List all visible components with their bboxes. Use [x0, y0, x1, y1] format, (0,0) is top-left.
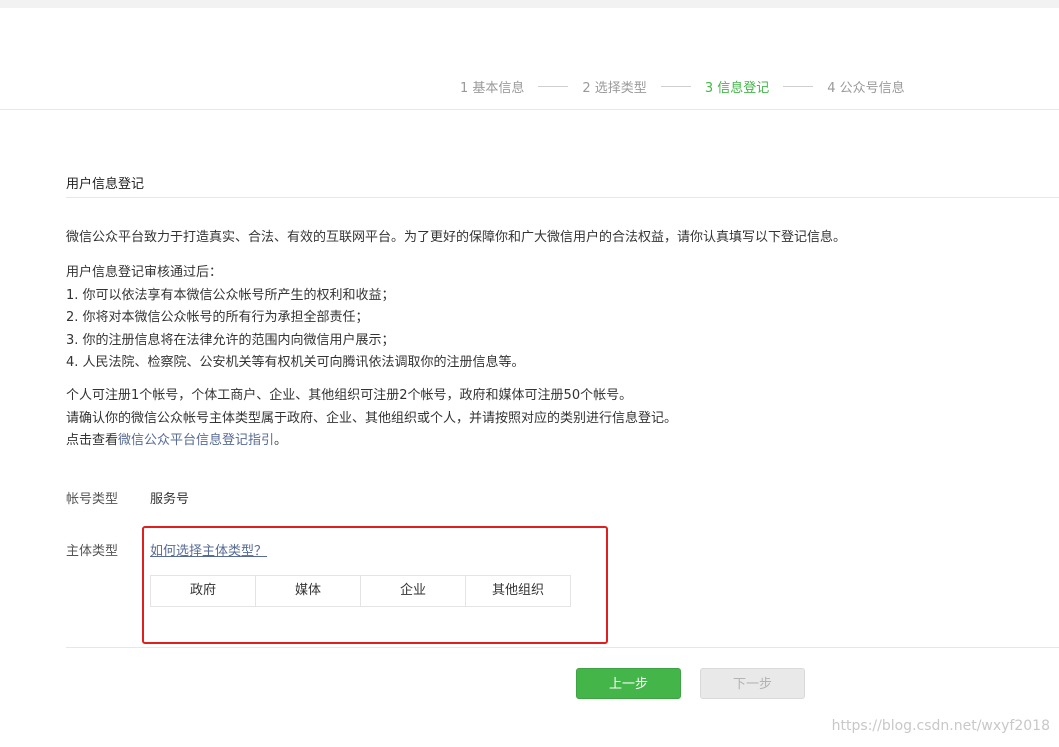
- registration-guide-link[interactable]: 微信公众平台信息登记指引: [118, 433, 274, 448]
- watermark: https://blog.csdn.net/wxyf2018: [831, 718, 1050, 734]
- note-line: 点击查看微信公众平台信息登记指引。: [66, 430, 677, 453]
- step-divider: [660, 86, 691, 87]
- top-strip: [0, 0, 1059, 8]
- note-line: 请确认你的微信公众帐号主体类型属于政府、企业、其他组织或个人，并请按照对应的类别…: [66, 410, 678, 426]
- account-type-value: 服务号: [150, 492, 190, 507]
- intro-text: 微信公众平台致力于打造真实、合法、有效的互联网平台。为了更好的保障你和广大微信用…: [66, 230, 847, 245]
- header: 1 基本信息 2 选择类型 3 信息登记 4 公众号信息: [0, 8, 1059, 110]
- review-heading: 用户信息登记审核通过后：: [66, 265, 223, 280]
- list-item: 3. 你的注册信息将在法律允许的范围内向微信用户展示；: [66, 332, 395, 348]
- entity-option-media[interactable]: 媒体: [255, 576, 360, 606]
- prev-step-button[interactable]: 上一步: [576, 668, 681, 699]
- step-basic-info: 1 基本信息: [460, 81, 525, 96]
- step-select-type: 2 选择类型: [582, 81, 647, 96]
- entity-option-other-org[interactable]: 其他组织: [465, 576, 570, 606]
- step-indicator: 1 基本信息 2 选择类型 3 信息登记 4 公众号信息: [460, 77, 905, 96]
- step-divider: [538, 86, 569, 87]
- next-step-button[interactable]: 下一步: [700, 668, 805, 699]
- entity-type-selector: 政府 媒体 企业 其他组织: [150, 575, 571, 607]
- registration-notes: 个人可注册1个帐号，个体工商户、企业、其他组织可注册2个帐号，政府和媒体可注册5…: [66, 385, 677, 453]
- list-item: 2. 你将对本微信公众帐号的所有行为承担全部责任；: [66, 310, 369, 325]
- divider: [66, 647, 1059, 648]
- note-prefix: 点击查看: [66, 433, 119, 448]
- step-account-info: 4 公众号信息: [827, 81, 905, 96]
- entity-option-government[interactable]: 政府: [151, 576, 255, 606]
- how-to-choose-link[interactable]: 如何选择主体类型？: [150, 540, 267, 559]
- step-info-registration: 3 信息登记: [704, 81, 770, 96]
- section-title: 用户信息登记: [66, 177, 145, 192]
- note-line: 个人可注册1个帐号，个体工商户、企业、其他组织可注册2个帐号，政府和媒体可注册5…: [66, 388, 633, 403]
- step-divider: [783, 86, 814, 87]
- note-suffix: 。: [274, 433, 288, 448]
- list-item: 4. 人民法院、检察院、公安机关等有权机关可向腾讯依法调取你的注册信息等。: [66, 355, 525, 370]
- divider: [66, 197, 1059, 198]
- list-item: 1. 你可以依法享有本微信公众帐号所产生的权利和收益；: [66, 287, 395, 303]
- entity-option-enterprise[interactable]: 企业: [360, 576, 465, 606]
- entity-type-label: 主体类型: [66, 544, 119, 559]
- review-benefits: 用户信息登记审核通过后： 1. 你可以依法享有本微信公众帐号所产生的权利和收益；…: [66, 262, 525, 375]
- account-type-label: 帐号类型: [66, 492, 119, 507]
